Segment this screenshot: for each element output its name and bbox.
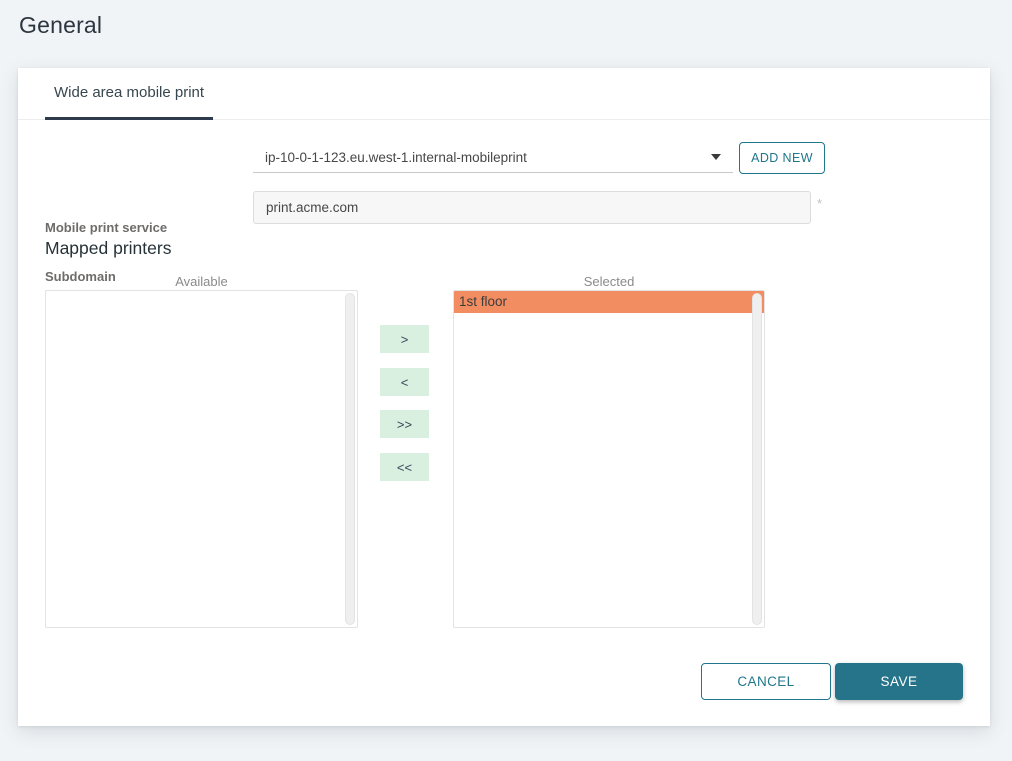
page-title: General [19,12,102,39]
mobile-print-service-value: ip-10-0-1-123.eu.west-1.internal-mobilep… [265,150,527,165]
move-all-right-button[interactable]: >> [380,410,429,438]
mapped-printers-heading: Mapped printers [45,238,171,259]
cancel-button[interactable]: CANCEL [701,663,831,700]
mobile-print-service-select[interactable]: ip-10-0-1-123.eu.west-1.internal-mobilep… [253,142,733,173]
move-all-left-button[interactable]: << [380,453,429,481]
selected-list-label: Selected [453,274,765,289]
move-right-button[interactable]: > [380,325,429,353]
selected-listbox-scrollbar[interactable] [752,293,762,625]
available-listbox-scrollbar[interactable] [345,293,355,625]
settings-card: Wide area mobile print Mobile print serv… [18,68,990,726]
subdomain-input[interactable] [253,191,811,224]
tab-wide-area-mobile-print[interactable]: Wide area mobile print [45,68,213,120]
add-new-button[interactable]: ADD NEW [739,142,825,174]
available-printers-listbox[interactable] [45,290,358,628]
save-button[interactable]: SAVE [835,663,963,700]
available-list-label: Available [45,274,358,289]
required-marker: * [817,196,822,211]
move-left-button[interactable]: < [380,368,429,396]
mobile-print-service-label: Mobile print service [45,220,167,235]
list-item[interactable]: 1st floor [454,291,764,313]
chevron-down-icon [711,154,721,160]
selected-printers-listbox[interactable]: 1st floor [453,290,765,628]
